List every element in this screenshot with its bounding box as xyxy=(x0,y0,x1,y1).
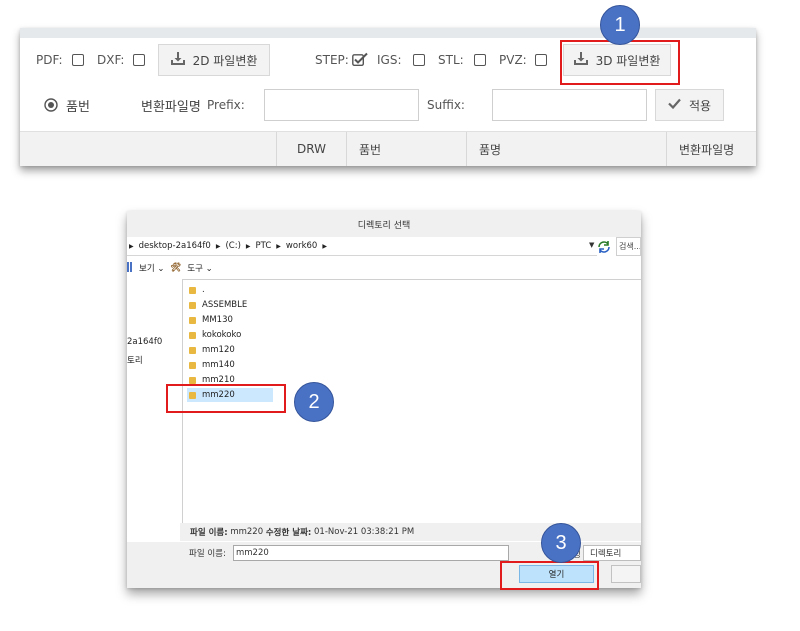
status-filename-value: mm220 xyxy=(230,527,264,537)
column-header-drw[interactable]: DRW xyxy=(276,132,346,166)
suffix-label: Suffix: xyxy=(427,98,465,112)
folder-icon xyxy=(189,331,196,339)
folder-item[interactable]: ASSEMBLE xyxy=(187,298,337,312)
pdf-label: PDF: xyxy=(36,53,63,67)
callout-3-highlight xyxy=(500,561,599,590)
folder-icon xyxy=(189,376,196,384)
folder-icon xyxy=(189,301,196,309)
filename-input[interactable]: mm220 xyxy=(233,545,509,561)
apply-label: 적용 xyxy=(688,98,712,113)
pvz-checkbox[interactable] xyxy=(535,54,547,66)
callout-1-badge: 1 xyxy=(600,5,640,45)
part-number-radio-label: 품번 xyxy=(66,100,90,115)
folder-item[interactable]: . xyxy=(187,283,337,297)
dxf-checkbox[interactable] xyxy=(133,54,145,66)
suffix-input[interactable] xyxy=(492,89,647,121)
stl-checkbox[interactable] xyxy=(474,54,486,66)
callout-3-badge: 3 xyxy=(541,523,581,563)
folder-icon xyxy=(189,346,196,354)
tools-menu[interactable]: 도구 ⌄ xyxy=(187,262,212,274)
step-checkbox[interactable] xyxy=(352,51,368,66)
prefix-label: Prefix: xyxy=(207,98,245,112)
breadcrumb-drive[interactable]: (C:) xyxy=(225,241,240,251)
convert-2d-button[interactable]: 2D 파일변환 xyxy=(158,44,270,76)
folder-icon xyxy=(189,316,196,324)
folder-item[interactable]: MM130 xyxy=(187,313,337,327)
breadcrumb-work60[interactable]: work60 xyxy=(286,241,317,251)
check-icon xyxy=(668,98,681,112)
tools-icon: 🛠 xyxy=(170,263,182,273)
chevron-right-icon: ▶ xyxy=(129,242,134,250)
pvz-label: PVZ: xyxy=(499,53,527,67)
filename-label: 변환파일명 xyxy=(141,100,201,115)
part-number-radio[interactable] xyxy=(44,97,58,112)
folder-item[interactable]: mm120 xyxy=(187,343,337,357)
status-filename-label: 파일 이름: xyxy=(190,528,228,538)
dialog-toolbar: 보기 ⌄ 🛠 도구 ⌄ xyxy=(127,259,213,277)
folder-icon xyxy=(189,286,196,294)
status-modified-value: 01-Nov-21 03:38:21 PM xyxy=(314,527,415,537)
check-icon xyxy=(352,52,368,66)
view-menu[interactable]: 보기 ⌄ xyxy=(139,262,164,274)
panel-top-bar xyxy=(20,28,756,38)
history-dropdown-icon[interactable]: ▼ xyxy=(589,241,594,249)
pdf-checkbox[interactable] xyxy=(72,54,84,66)
callout-2-highlight xyxy=(166,384,286,413)
column-header-converted-filename[interactable]: 변환파일명 xyxy=(666,132,756,166)
file-type-filter[interactable]: 디렉토리 xyxy=(583,545,641,561)
igs-checkbox[interactable] xyxy=(413,54,425,66)
callout-2-badge: 2 xyxy=(294,382,334,422)
address-bar[interactable]: ▶ desktop-2a164f0 ▶ (C:) ▶ PTC ▶ work60 … xyxy=(127,237,597,256)
folder-icon xyxy=(189,361,196,369)
view-menu-icon xyxy=(127,261,133,275)
chevron-right-icon: ▶ xyxy=(215,242,221,250)
callout-1-highlight xyxy=(560,40,680,85)
prefix-input[interactable] xyxy=(264,89,419,121)
folder-item[interactable]: mm140 xyxy=(187,358,337,372)
dialog-title: 디렉토리 선택 xyxy=(127,211,641,237)
apply-button[interactable]: 적용 xyxy=(655,89,724,121)
cancel-button[interactable] xyxy=(611,565,641,583)
stl-label: STL: xyxy=(438,53,464,67)
tree-item-directory[interactable]: 토리 xyxy=(127,354,143,366)
breadcrumb-ptc[interactable]: PTC xyxy=(256,241,272,251)
dxf-label: DXF: xyxy=(97,53,125,67)
download-icon xyxy=(170,52,185,68)
filename-field-label: 파일 이름: xyxy=(189,549,226,559)
conversion-table-header: DRW 품번 품명 변환파일명 xyxy=(20,131,756,166)
folder-item[interactable]: kokokoko xyxy=(187,328,337,342)
chevron-right-icon: ▶ xyxy=(276,242,281,250)
chevron-right-icon: ▶ xyxy=(322,242,327,250)
refresh-icon[interactable] xyxy=(597,239,611,258)
igs-label: IGS: xyxy=(377,53,402,67)
convert-2d-label: 2D 파일변환 xyxy=(192,53,258,68)
step-label: STEP: xyxy=(315,53,349,67)
breadcrumb-computer[interactable]: desktop-2a164f0 xyxy=(139,241,211,251)
tree-item-computer[interactable]: 2a164f0 xyxy=(127,337,162,347)
status-modified-label: 수정한 날짜: xyxy=(265,528,312,538)
column-header-part-number[interactable]: 품번 xyxy=(346,132,466,166)
search-input[interactable]: 검색... xyxy=(616,237,641,256)
chevron-right-icon: ▶ xyxy=(245,242,251,250)
column-header-part-name[interactable]: 품명 xyxy=(466,132,666,166)
